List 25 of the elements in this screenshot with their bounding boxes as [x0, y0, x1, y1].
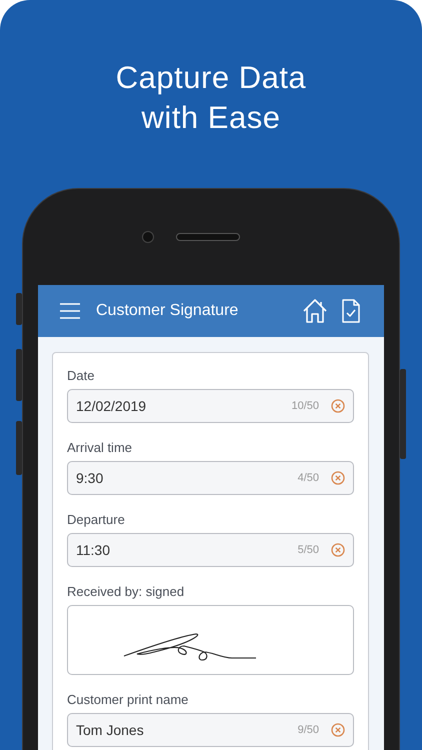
- headline: Capture Data with Ease: [114, 59, 308, 137]
- field-label: Arrival time: [67, 439, 134, 457]
- input-field[interactable]: 11:30 5/50: [67, 533, 354, 567]
- character-counter: 9/50: [298, 724, 319, 736]
- signature-pad[interactable]: [67, 605, 354, 675]
- character-counter: 10/50: [291, 400, 319, 412]
- field-label: Departure: [67, 511, 126, 529]
- screen-title: Customer Signature: [96, 302, 240, 320]
- menu-icon[interactable]: [60, 302, 80, 320]
- field-label: Date: [67, 367, 96, 385]
- field-label: Customer print name: [67, 691, 190, 709]
- camera-icon: [142, 231, 154, 243]
- character-counter: 5/50: [298, 544, 319, 556]
- character-counter: 4/50: [298, 472, 319, 484]
- input-field[interactable]: 12/02/2019 10/50: [67, 389, 354, 423]
- home-icon[interactable]: [302, 298, 328, 324]
- field-label: Received by: signed: [67, 583, 186, 601]
- input-field[interactable]: Tom Jones 9/50: [67, 713, 354, 747]
- clear-icon[interactable]: [331, 723, 345, 737]
- document-check-icon[interactable]: [342, 299, 360, 323]
- clear-icon[interactable]: [331, 399, 345, 413]
- clear-icon[interactable]: [331, 471, 345, 485]
- input-field[interactable]: 9:30 4/50: [67, 461, 354, 495]
- clear-icon[interactable]: [331, 543, 345, 557]
- speaker-icon: [176, 233, 240, 241]
